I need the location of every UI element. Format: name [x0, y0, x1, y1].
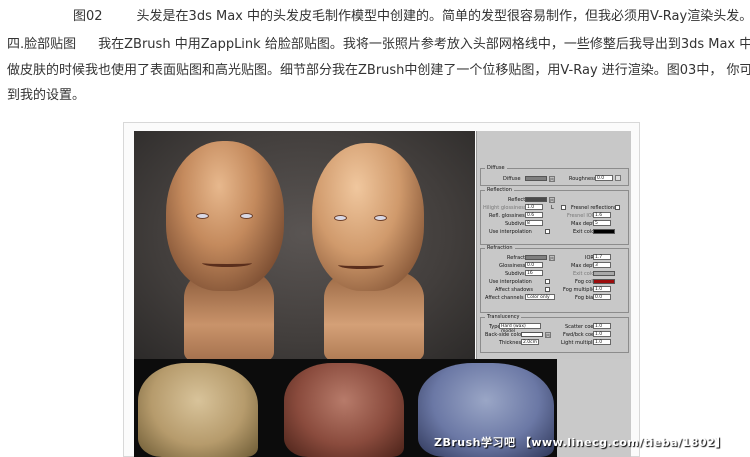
diffuse-texture-map: [138, 363, 258, 457]
refract-label: Refract: [507, 255, 525, 261]
reflect-map-button[interactable]: M: [549, 197, 555, 203]
render-image: [134, 131, 475, 359]
glossiness-label: Glossiness: [499, 263, 526, 269]
fresnel-ior-label: Fresnel IOR: [567, 213, 596, 219]
paragraph-text: 头发是在3ds Max 中的头发皮毛制作模型中创建的。简单的发型很容易制作，但我…: [136, 9, 750, 24]
eye: [240, 213, 253, 219]
refl-glossiness-label: Refl. glossiness: [489, 213, 528, 219]
affect-channels-select[interactable]: Color only: [525, 294, 555, 300]
thickness-label: Thickness: [499, 340, 524, 346]
roughness-label: Roughness: [569, 176, 597, 182]
article-line-3: 做皮肤的时候我也使用了表面贴图和高光贴图。细节部分我在ZBrush中创建了一个位…: [7, 63, 750, 78]
group-title: Refraction: [485, 245, 515, 251]
specular-texture-map: [284, 363, 404, 457]
article-line-1: 图02 头发是在3ds Max 中的头发皮毛制作模型中创建的。简单的发型很容易制作…: [73, 8, 750, 26]
thickness-input[interactable]: 2.0cm: [521, 339, 539, 345]
eye: [196, 213, 209, 219]
use-interpolation-checkbox[interactable]: [545, 279, 550, 284]
refract-map-button[interactable]: M: [549, 255, 555, 261]
reflect-label: Reflect: [508, 197, 526, 203]
exit-color-swatch[interactable]: [593, 271, 615, 276]
light-multiplier-input[interactable]: 1.0: [593, 339, 611, 345]
use-interpolation-label: Use interpolation: [489, 279, 532, 285]
use-interpolation-label: Use interpolation: [489, 229, 532, 235]
diffuse-label: Diffuse: [503, 176, 521, 182]
material-settings-panel: Diffuse Diffuse M Roughness 0.0 Reflecti…: [476, 131, 631, 359]
fresnel-ior-input[interactable]: 1.6: [593, 212, 611, 218]
max-depth-input[interactable]: 5: [593, 220, 611, 226]
max-depth-input[interactable]: 3: [593, 262, 611, 268]
fresnel-reflections-label: Fresnel reflections: [571, 205, 617, 211]
translucency-type-select[interactable]: Hard (wax) model: [499, 323, 541, 334]
mouth: [338, 261, 384, 269]
group-title: Reflection: [485, 187, 514, 193]
mouth: [202, 259, 252, 267]
diffuse-color-swatch[interactable]: [525, 176, 547, 181]
fog-color-swatch[interactable]: [593, 279, 615, 284]
translucency-group: Translucency Type Hard (wax) model Scatt…: [480, 314, 629, 353]
figure-label: 图02: [73, 9, 103, 24]
diffuse-group: Diffuse Diffuse M Roughness 0.0: [480, 165, 629, 186]
use-interpolation-checkbox[interactable]: [545, 229, 550, 234]
fog-bias-input[interactable]: 0.0: [593, 294, 611, 300]
exit-color-swatch[interactable]: [593, 229, 615, 234]
hilight-glossiness-label: Hilight glossiness: [483, 205, 527, 211]
group-title: Diffuse: [485, 165, 507, 171]
fresnel-ior-lock-checkbox[interactable]: [615, 205, 620, 210]
diffuse-map-button[interactable]: M: [549, 176, 555, 182]
reflection-group: Reflection Reflect M Hilight glossiness …: [480, 187, 629, 245]
refraction-group: Refraction Refract M IOR 1.7 Glossiness …: [480, 245, 629, 313]
reflect-color-swatch[interactable]: [525, 197, 547, 202]
head-render-front: [166, 141, 284, 291]
head-render-side: [312, 143, 424, 291]
subdivs-label: Subdivs: [505, 271, 525, 277]
refl-glossiness-input[interactable]: 0.6: [525, 212, 543, 218]
ior-input[interactable]: 1.7: [593, 254, 611, 260]
roughness-input[interactable]: 0.0: [595, 175, 613, 181]
glossiness-input[interactable]: 0.0: [525, 262, 543, 268]
fog-multiplier-input[interactable]: 1.0: [593, 286, 611, 292]
back-side-color-swatch[interactable]: [521, 332, 543, 337]
fresnel-reflections-checkbox[interactable]: [561, 205, 566, 210]
eye: [374, 215, 387, 221]
article-line-2: 四.脸部贴图 我在ZBrush 中用ZappLink 给脸部贴图。我将一张照片参考…: [7, 36, 750, 54]
group-title: Translucency: [485, 314, 522, 320]
fwd-bck-coeff-input[interactable]: 1.0: [593, 331, 611, 337]
back-side-color-label: Back-side color: [485, 332, 524, 338]
subdivs-input[interactable]: 8: [525, 220, 543, 226]
paragraph-text: 我在ZBrush 中用ZappLink 给脸部贴图。我将一张照片参考放入头部网格…: [98, 37, 750, 52]
affect-shadows-checkbox[interactable]: [545, 287, 550, 292]
hilight-glossiness-input[interactable]: 1.0: [525, 204, 543, 210]
roughness-map-button[interactable]: [615, 175, 621, 181]
eye: [334, 215, 347, 221]
subdivs-label: Subdivs: [505, 221, 525, 227]
back-side-map-button[interactable]: M: [545, 332, 551, 338]
scatter-coeff-input[interactable]: 1.0: [593, 323, 611, 329]
article-line-4: 到我的设置。: [7, 88, 86, 103]
refract-color-swatch[interactable]: [525, 255, 547, 260]
subdivs-input[interactable]: 16: [525, 270, 543, 276]
affect-shadows-label: Affect shadows: [495, 287, 534, 293]
watermark-text: ZBrush学习吧 【www.linecg.com/tieba/1802】: [434, 436, 727, 449]
section-heading: 四.脸部贴图: [7, 37, 77, 52]
affect-channels-label: Affect channels: [485, 295, 524, 301]
lock-l-button[interactable]: L: [551, 205, 554, 211]
